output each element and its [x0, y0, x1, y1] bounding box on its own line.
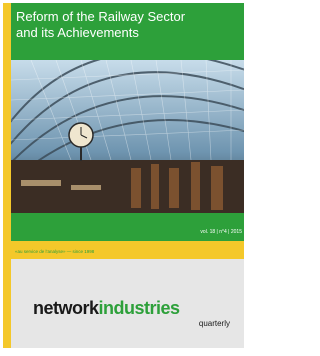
issue-info: vol. 18 | n°4 | 2015 [200, 229, 242, 235]
cover-title-line2: and its Achievements [16, 25, 139, 40]
logo-quarterly: quarterly [198, 319, 230, 328]
logo-network: network [33, 298, 99, 318]
journal-logo: networkindustries [33, 298, 180, 319]
cover-title-line1: Reform of the Railway Sector [16, 9, 186, 24]
cover-title: Reform of the Railway Sector and its Ach… [16, 9, 241, 41]
journal-cover: Reform of the Railway Sector and its Ach… [3, 3, 244, 348]
station-photo [11, 60, 244, 213]
logo-industries: industries [98, 298, 181, 318]
cover-green-panel: Reform of the Railway Sector and its Ach… [11, 3, 244, 241]
cover-footer: networkindustries quarterly [11, 259, 244, 348]
cover-tagline: «au service de l’analyse» — since 1998 [15, 249, 95, 254]
